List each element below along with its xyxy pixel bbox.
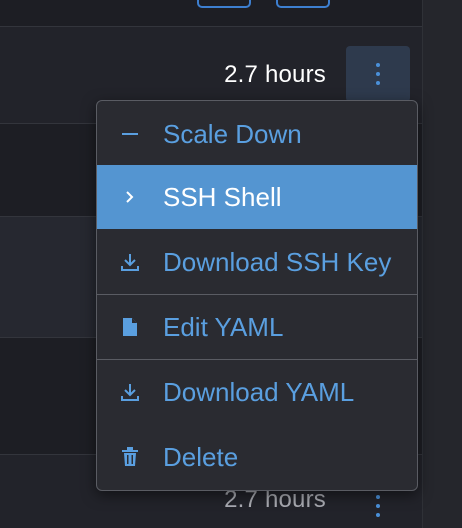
menu-item-download-yaml[interactable]: Download YAML [97, 360, 417, 424]
kebab-dot [376, 81, 380, 85]
trash-icon [97, 447, 163, 467]
download-icon [97, 252, 163, 272]
row-actions-button[interactable] [346, 46, 410, 102]
menu-item-label: SSH Shell [163, 181, 282, 212]
menu-item-download-ssh-key[interactable]: Download SSH Key [97, 230, 417, 294]
menu-item-ssh-shell[interactable]: SSH Shell [97, 165, 417, 229]
kebab-dot [376, 513, 380, 517]
menu-item-label: Scale Down [163, 118, 302, 149]
menu-item-label: Edit YAML [163, 311, 284, 342]
app-stage: 2.7 hours 2.7 hours Scale Down SSH Shell [0, 0, 462, 528]
row-actions-button[interactable] [346, 486, 410, 526]
menu-item-edit-yaml[interactable]: Edit YAML [97, 295, 417, 359]
menu-item-label: Delete [163, 441, 239, 472]
download-icon [97, 382, 163, 402]
chevron-right-icon [97, 189, 163, 205]
menu-item-scale-down[interactable]: Scale Down [97, 102, 417, 166]
minus-icon [97, 125, 163, 143]
toolbar-button[interactable] [276, 0, 330, 8]
kebab-dot [376, 72, 380, 76]
side-panel [422, 0, 462, 528]
menu-item-label: Download YAML [163, 376, 355, 407]
row-duration: 2.7 hours [224, 61, 326, 88]
row-actions-menu: Scale Down SSH Shell Download SSH Key Ed… [96, 100, 418, 491]
menu-item-delete[interactable]: Delete [97, 425, 417, 489]
toolbar-button[interactable] [197, 0, 251, 8]
file-icon [97, 317, 163, 337]
kebab-dot [376, 504, 380, 508]
menu-item-label: Download SSH Key [163, 246, 392, 277]
kebab-dot [376, 495, 380, 499]
kebab-dot [376, 63, 380, 67]
